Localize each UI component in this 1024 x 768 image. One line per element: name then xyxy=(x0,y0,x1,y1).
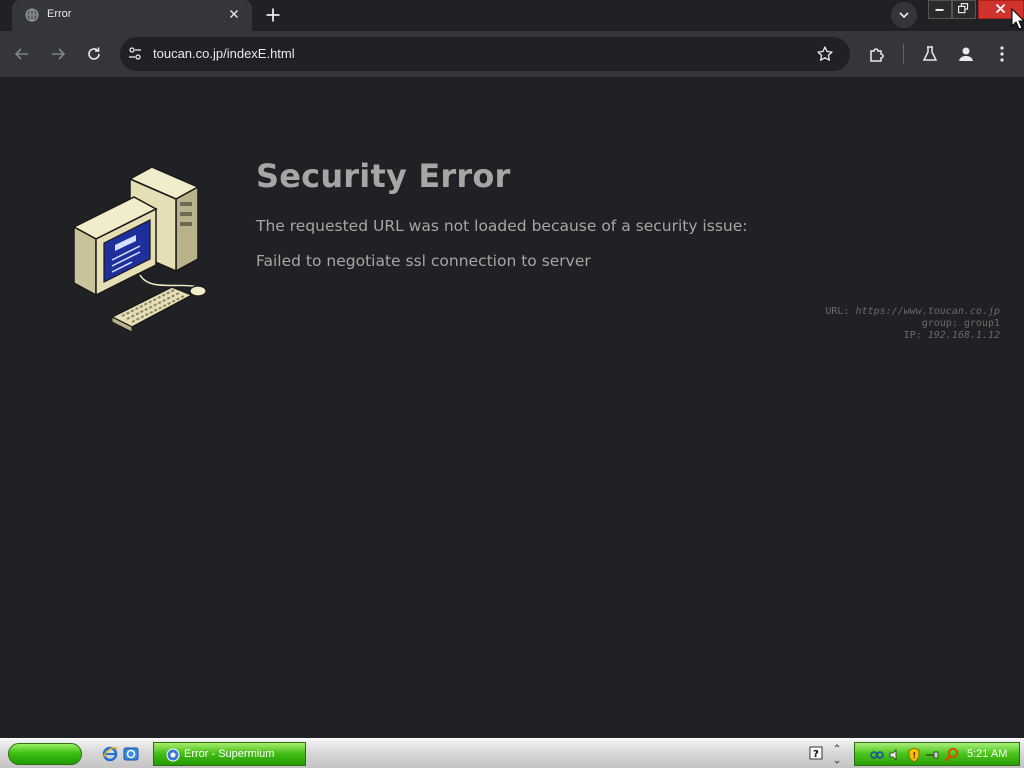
address-bar[interactable]: toucan.co.jp/indexE.html xyxy=(120,37,850,71)
chevron-down-icon xyxy=(899,12,909,19)
info-group-line: group: group1 xyxy=(825,318,1000,330)
page-content: Security Error The requested URL was not… xyxy=(0,77,1024,738)
browser-toolbar: toucan.co.jp/indexE.html xyxy=(0,31,1024,77)
info-url-value: https://www.toucan.co.jp xyxy=(855,306,1001,317)
globe-icon xyxy=(25,8,39,22)
computer-icon xyxy=(72,167,207,333)
info-ip-value: 192.168.1.12 xyxy=(927,330,1000,341)
info-ip-label: IP: xyxy=(903,330,922,341)
info-url-label: URL: xyxy=(825,306,850,317)
internet-explorer-icon[interactable] xyxy=(101,745,119,763)
taskbar: Error - Supermium ? ! 5:21 AM xyxy=(0,738,1024,768)
usb-icon[interactable] xyxy=(925,749,939,761)
restore-icon xyxy=(958,3,969,14)
error-message: The requested URL was not loaded because… xyxy=(256,217,748,235)
search-icon[interactable] xyxy=(944,747,960,763)
start-button[interactable] xyxy=(8,743,82,765)
minimize-button[interactable] xyxy=(928,0,952,19)
page-title: Security Error xyxy=(256,157,511,195)
network-icon[interactable] xyxy=(869,748,885,762)
back-arrow-icon[interactable] xyxy=(11,43,33,65)
security-shield-icon[interactable]: ! xyxy=(907,747,921,763)
profile-icon[interactable] xyxy=(955,43,977,65)
more-menu-icon[interactable] xyxy=(991,43,1013,65)
error-detail: Failed to negotiate ssl connection to se… xyxy=(256,252,591,270)
browser-app-icon xyxy=(166,748,180,762)
tab-title: Error xyxy=(47,8,72,20)
desktop-shortcut-icon[interactable] xyxy=(122,745,140,763)
url-text: toucan.co.jp/indexE.html xyxy=(153,46,295,61)
svg-text:!: ! xyxy=(913,751,917,760)
site-info-icon[interactable] xyxy=(126,45,144,63)
reload-icon[interactable] xyxy=(83,43,105,65)
system-tray: ! 5:21 AM xyxy=(854,742,1020,766)
help-icon[interactable]: ? xyxy=(809,746,823,760)
tray-expand-icon[interactable] xyxy=(832,744,842,764)
bookmark-star-icon[interactable] xyxy=(816,45,834,63)
extensions-icon[interactable] xyxy=(866,43,888,65)
close-tab-icon[interactable] xyxy=(226,6,242,22)
tab-search-button[interactable] xyxy=(891,2,917,28)
volume-icon[interactable] xyxy=(888,748,902,762)
window-controls xyxy=(928,0,1024,20)
new-tab-icon[interactable] xyxy=(262,4,284,26)
system-clock: 5:21 AM xyxy=(967,748,1008,760)
taskbar-item-browser[interactable]: Error - Supermium xyxy=(153,742,306,766)
info-url-line: URL: https://www.toucan.co.jp xyxy=(825,306,1000,318)
flask-icon[interactable] xyxy=(919,43,941,65)
restore-button[interactable] xyxy=(952,0,976,19)
toolbar-divider xyxy=(903,44,904,64)
taskbar-item-label: Error - Supermium xyxy=(184,748,275,760)
screen: Error toucan.co.jp/indexE.html Security … xyxy=(0,0,1024,768)
request-info: URL: https://www.toucan.co.jp group: gro… xyxy=(825,306,1000,342)
info-ip-line: IP: 192.168.1.12 xyxy=(825,330,1000,342)
mouse-cursor-icon xyxy=(1011,8,1024,30)
tab-strip: Error xyxy=(0,0,1024,31)
svg-text:?: ? xyxy=(813,749,819,760)
tab-error[interactable]: Error xyxy=(12,0,252,31)
info-group-value: group1 xyxy=(963,318,1000,329)
minimize-icon xyxy=(935,9,944,11)
info-group-label: group: xyxy=(921,318,958,329)
forward-arrow-icon[interactable] xyxy=(47,43,69,65)
